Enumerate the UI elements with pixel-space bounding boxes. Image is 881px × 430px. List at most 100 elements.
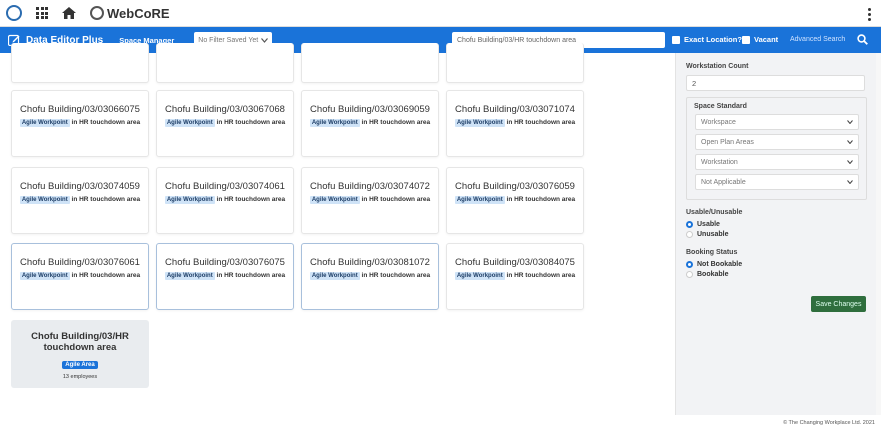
chevron-down-icon [847, 160, 853, 164]
workspace-card[interactable]: Chofu Building/03/03066075 Agile Workpoi… [11, 90, 149, 157]
space-type-badge: Agile Workpoint [19, 272, 70, 280]
usable-label: Usable/Unusable [686, 209, 743, 216]
brand[interactable]: WebCoRE [90, 6, 170, 21]
workspace-card-selected[interactable]: Chofu Building/03/03076075 Agile Workpoi… [156, 243, 294, 310]
card-title: Chofu Building/03/03074061 [165, 181, 285, 192]
workspace-card-selected[interactable]: Chofu Building/03/03076061 Agile Workpoi… [11, 243, 149, 310]
space-standard-select-3[interactable]: Workstation [695, 154, 859, 170]
card-title: Chofu Building/03/03067068 [165, 104, 285, 115]
space-type-badge: Agile Workpoint [164, 119, 215, 127]
workspace-card[interactable]: Chofu Building/03/03069059 Agile Workpoi… [301, 90, 439, 157]
page-scrollbar[interactable] [876, 53, 881, 415]
workspace-card[interactable]: Chofu Building/03/03076059 Agile Workpoi… [446, 167, 584, 234]
card-location: in HR touchdown area [506, 272, 576, 279]
card-location: in HR touchdown area [506, 119, 576, 126]
workspace-card-partial[interactable] [446, 43, 584, 83]
space-type-badge: Agile Workpoint [19, 196, 70, 204]
space-standard-select-4[interactable]: Not Applicable [695, 174, 859, 190]
card-title: Chofu Building/03/03069059 [310, 104, 430, 115]
workspace-card[interactable]: Chofu Building/03/03074061 Agile Workpoi… [156, 167, 294, 234]
exact-location-label: Exact Location? [684, 35, 742, 44]
radio-dot[interactable] [686, 231, 693, 238]
card-title: Chofu Building/03/03076061 [20, 257, 140, 268]
workspace-card[interactable]: Chofu Building/03/03071074 Agile Workpoi… [446, 90, 584, 157]
select-value: Open Plan Areas [701, 138, 754, 146]
chevron-down-icon [847, 120, 853, 124]
checkbox-box[interactable] [672, 35, 680, 44]
space-standard-select-1[interactable]: Workspace [695, 114, 859, 130]
card-title: Chofu Building/03/03066075 [20, 104, 140, 115]
area-employee-count: 13 employees [62, 374, 98, 380]
card-location: in HR touchdown area [71, 272, 141, 279]
checkbox-box[interactable] [742, 35, 750, 44]
footer-copyright: © The Changing Workplace Ltd. 2021 [783, 420, 875, 426]
app-logo-icon[interactable] [6, 5, 22, 21]
chevron-down-icon [847, 180, 853, 184]
card-title: Chofu Building/03/03071074 [455, 104, 575, 115]
workspace-card[interactable]: Chofu Building/03/03084075 Agile Workpoi… [446, 243, 584, 310]
usable-radio-label: Usable [697, 221, 720, 228]
brand-name: WebCoRE [107, 5, 170, 21]
save-changes-button[interactable]: Save Changes [811, 296, 866, 312]
brand-logo-icon [90, 6, 104, 20]
unusable-radio[interactable]: Unusable [686, 231, 729, 238]
card-location: in HR touchdown area [361, 119, 431, 126]
space-type-badge: Agile Workpoint [164, 272, 215, 280]
card-title: Chofu Building/03/03076059 [455, 181, 575, 192]
unusable-radio-label: Unusable [697, 231, 729, 238]
card-title: Chofu Building/03/03084075 [455, 257, 575, 268]
card-title: Chofu Building/03/03081072 [310, 257, 430, 268]
apps-grid-icon[interactable] [36, 7, 48, 19]
radio-dot[interactable] [686, 271, 693, 278]
space-standard-panel: Space Standard Workspace Open Plan Areas… [686, 97, 867, 200]
card-title: Chofu Building/03/03074072 [310, 181, 430, 192]
space-type-badge: Agile Workpoint [309, 196, 360, 204]
top-navbar: WebCoRE [0, 0, 881, 27]
kebab-menu-icon[interactable] [868, 8, 871, 21]
workspace-card-partial[interactable] [156, 43, 294, 83]
select-value: Workstation [701, 158, 738, 166]
workspace-card[interactable]: Chofu Building/03/03074059 Agile Workpoi… [11, 167, 149, 234]
vacant-label: Vacant [754, 35, 779, 44]
workspace-card[interactable]: Chofu Building/03/03067068 Agile Workpoi… [156, 90, 294, 157]
chevron-down-icon [261, 37, 269, 43]
workspace-card[interactable]: Chofu Building/03/03074072 Agile Workpoi… [301, 167, 439, 234]
radio-dot-selected[interactable] [686, 221, 693, 228]
workstation-count-input[interactable]: 2 [686, 75, 865, 91]
card-location: in HR touchdown area [506, 196, 576, 203]
space-type-badge: Agile Workpoint [309, 119, 360, 127]
space-type-badge: Agile Workpoint [454, 272, 505, 280]
search-icon[interactable] [857, 34, 868, 45]
not-bookable-radio[interactable]: Not Bookable [686, 261, 742, 268]
space-type-badge: Agile Workpoint [454, 196, 505, 204]
area-card[interactable]: Chofu Building/03/HR touchdown area Agil… [11, 320, 149, 388]
card-location: in HR touchdown area [71, 119, 141, 126]
card-title: Chofu Building/03/03076075 [165, 257, 285, 268]
vacant-checkbox[interactable]: Vacant [742, 35, 778, 44]
home-icon[interactable] [62, 7, 76, 19]
select-value: Not Applicable [701, 178, 746, 186]
chevron-down-icon [847, 140, 853, 144]
space-standard-select-2[interactable]: Open Plan Areas [695, 134, 859, 150]
space-standard-label: Space Standard [694, 103, 747, 110]
radio-dot-selected[interactable] [686, 261, 693, 268]
workstation-count-label: Workstation Count [686, 63, 749, 70]
space-type-badge: Agile Workpoint [19, 119, 70, 127]
workspace-card-partial[interactable] [11, 43, 149, 83]
select-value: Workspace [701, 118, 736, 126]
card-location: in HR touchdown area [71, 196, 141, 203]
area-type-badge: Agile Area [62, 361, 98, 369]
details-panel: Workstation Count 2 Space Standard Works… [675, 53, 876, 415]
card-location: in HR touchdown area [361, 196, 431, 203]
workspace-card-selected[interactable]: Chofu Building/03/03081072 Agile Workpoi… [301, 243, 439, 310]
area-title-line2: touchdown area [43, 342, 117, 353]
bookable-radio[interactable]: Bookable [686, 271, 729, 278]
exact-location-checkbox[interactable]: Exact Location? [672, 35, 742, 44]
workspace-card-partial[interactable] [301, 43, 439, 83]
area-title-line1: Chofu Building/03/HR [31, 331, 129, 342]
advanced-search-link[interactable]: Advanced Search [790, 36, 845, 43]
booking-status-label: Booking Status [686, 249, 738, 256]
card-location: in HR touchdown area [216, 272, 286, 279]
usable-radio[interactable]: Usable [686, 221, 720, 228]
space-type-badge: Agile Workpoint [454, 119, 505, 127]
